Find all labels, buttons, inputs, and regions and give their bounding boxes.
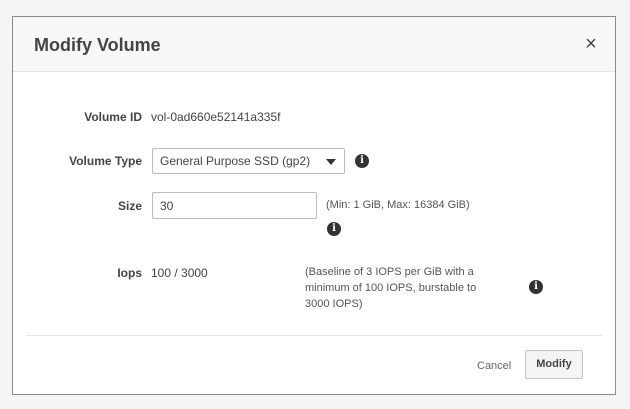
volume-type-select[interactable]: General Purpose SSD (gp2): [152, 148, 345, 174]
size-hint: (Min: 1 GiB, Max: 16384 GiB): [326, 199, 470, 211]
iops-hint: (Baseline of 3 IOPS per GiB with a minim…: [305, 264, 505, 312]
iops-hint-line: (Baseline of 3 IOPS per GiB with a: [305, 266, 474, 278]
volume-type-label: Volume Type: [69, 154, 142, 168]
iops-label: Iops: [117, 266, 142, 280]
size-label: Size: [117, 199, 142, 213]
modify-button[interactable]: Modify: [525, 350, 583, 379]
dialog-title: Modify Volume: [34, 35, 161, 55]
dialog-header: Modify Volume ×: [13, 17, 615, 72]
size-input[interactable]: [152, 192, 317, 219]
iops-value: 100 / 3000: [151, 266, 208, 280]
volume-type-selected: General Purpose SSD (gp2): [160, 154, 311, 168]
close-icon[interactable]: ×: [581, 33, 601, 55]
chevron-down-icon: [326, 159, 336, 165]
modify-volume-dialog: Modify Volume × Volume ID vol-0ad660e521…: [12, 16, 616, 395]
iops-hint-line: 3000 IOPS): [305, 298, 363, 310]
cancel-button[interactable]: Cancel: [477, 360, 511, 372]
info-icon[interactable]: i: [327, 222, 341, 236]
info-icon[interactable]: i: [529, 280, 543, 294]
volume-id-label: Volume ID: [84, 110, 142, 124]
volume-id-value: vol-0ad660e52141a335f: [151, 110, 281, 124]
info-icon[interactable]: i: [355, 154, 369, 168]
footer-divider: [26, 335, 602, 336]
page-backdrop: Modify Volume × Volume ID vol-0ad660e521…: [0, 0, 630, 409]
iops-hint-line: minimum of 100 IOPS, burstable to: [305, 282, 477, 294]
